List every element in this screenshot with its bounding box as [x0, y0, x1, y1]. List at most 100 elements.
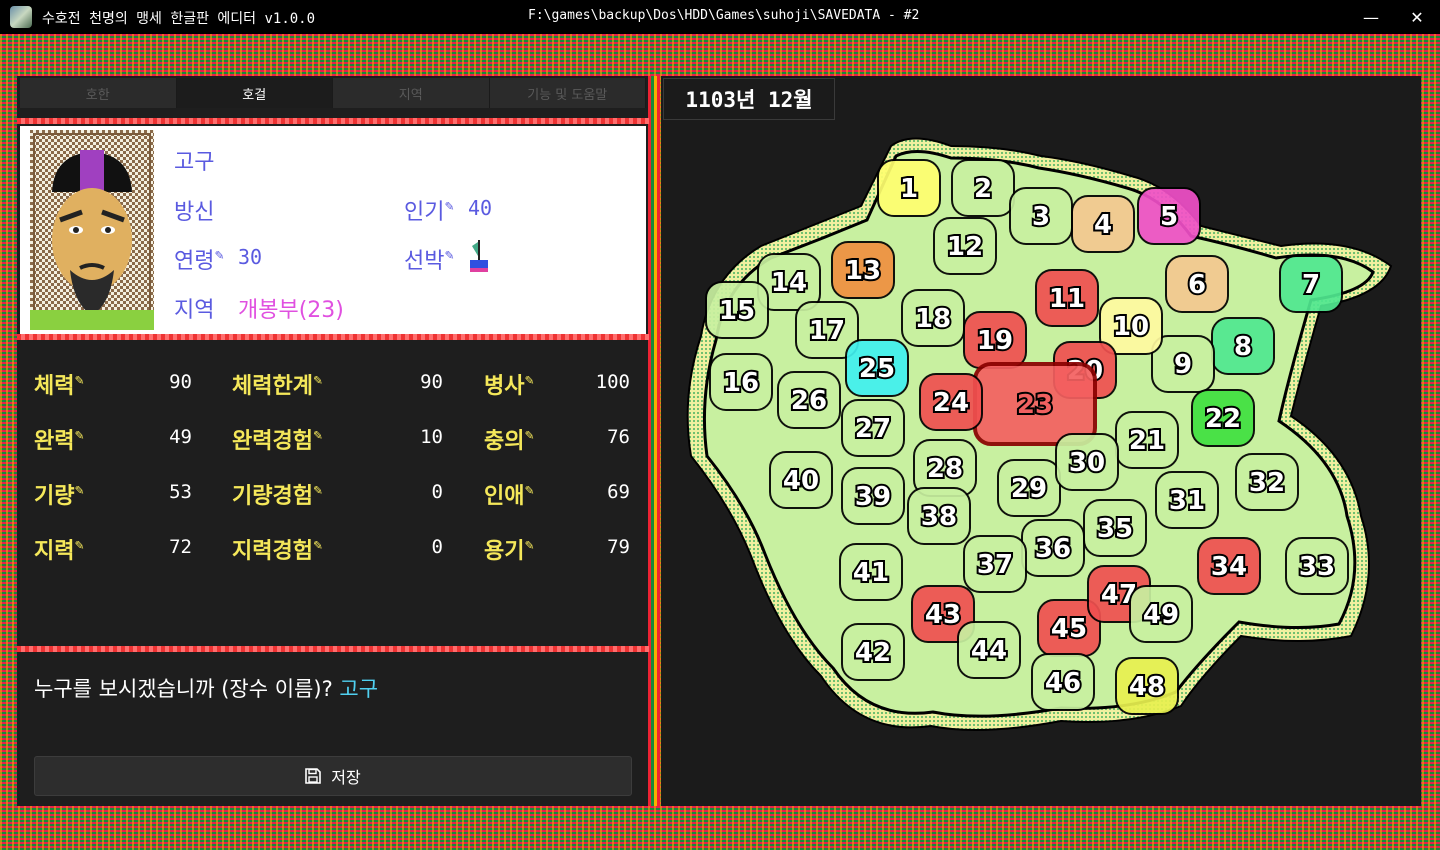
map-region-label: 18 — [915, 304, 951, 334]
prompt-input[interactable]: 고구 — [339, 677, 378, 701]
tab-bar: 호한 호걸 지역 기능 및 도움말 — [20, 78, 646, 108]
edit-icon: ✎ — [214, 248, 225, 263]
region-map[interactable]: 1234567891011121314151617181920212223242… — [661, 76, 1421, 806]
map-region-label: 13 — [845, 256, 881, 286]
hero-title: 방신 — [174, 200, 215, 225]
map-region-label: 21 — [1129, 426, 1165, 456]
map-region-label: 39 — [855, 482, 891, 512]
close-icon: ✕ — [1410, 7, 1424, 27]
map-region-label: 26 — [791, 386, 827, 416]
map-region-label: 4 — [1094, 210, 1112, 240]
stat-label-stamina-max[interactable]: 체력한계✎ — [232, 368, 323, 400]
title-bar: 수호전 천명의 맹세 한글판 에디터 v1.0.0 F:\games\backu… — [0, 0, 1440, 34]
profile-card: 고구 방신 인기✎ 40 연령✎ 30 선박✎ 지역 개봉부(23) — [20, 126, 646, 334]
map-region-label: 42 — [855, 638, 891, 668]
hero-name: 고구 — [174, 150, 215, 175]
age-label[interactable]: 연령✎ — [174, 243, 225, 275]
stat-value-skill-exp: 0 — [431, 481, 443, 503]
map-region-label: 9 — [1174, 350, 1192, 380]
popularity-label[interactable]: 인기✎ — [404, 194, 455, 226]
stat-value-loyalty: 76 — [607, 426, 630, 448]
minimize-icon: — — [1363, 7, 1379, 27]
map-region-label: 5 — [1160, 202, 1178, 232]
window-path: F:\games\backup\Dos\HDD\Games\suhoji\SAV… — [528, 8, 920, 23]
map-region-label: 16 — [723, 368, 759, 398]
save-label: 저장 — [331, 768, 361, 787]
tab-region[interactable]: 지역 — [333, 78, 490, 108]
region-value[interactable]: 개봉부(23) — [238, 292, 344, 324]
stat-label-strength[interactable]: 완력✎ — [34, 423, 85, 455]
map-region-label: 17 — [809, 316, 845, 346]
map-region-label: 48 — [1129, 672, 1165, 702]
map-region-label: 11 — [1049, 284, 1085, 314]
map-region-label: 33 — [1299, 552, 1335, 582]
close-button[interactable]: ✕ — [1394, 0, 1440, 34]
map-region-label: 35 — [1097, 514, 1133, 544]
map-region-label: 22 — [1205, 404, 1241, 434]
ship-icon[interactable] — [468, 238, 490, 274]
stat-value-intellect: 72 — [169, 536, 192, 558]
save-button[interactable]: 저장 — [34, 756, 632, 796]
map-region-label: 23 — [1017, 390, 1053, 420]
minimize-button[interactable]: — — [1348, 0, 1394, 34]
separator — [17, 118, 649, 124]
tab-hohan[interactable]: 호한 — [20, 78, 177, 108]
map-region-label: 28 — [927, 454, 963, 484]
map-region-label: 49 — [1143, 600, 1179, 630]
stat-label-strength-exp[interactable]: 완력경험✎ — [232, 423, 323, 455]
stat-value-stamina: 90 — [169, 371, 192, 393]
map-region-label: 32 — [1249, 468, 1285, 498]
map-region-label: 45 — [1051, 614, 1087, 644]
map-region-label: 7 — [1302, 270, 1320, 300]
separator — [17, 334, 649, 340]
stat-label-soldiers[interactable]: 병사✎ — [484, 368, 535, 400]
map-region-label: 36 — [1035, 534, 1071, 564]
map-region-label: 25 — [859, 354, 895, 384]
map-region-label: 31 — [1169, 486, 1205, 516]
window-title: 수호전 천명의 맹세 한글판 에디터 v1.0.0 — [42, 11, 316, 27]
stat-value-courage: 79 — [607, 536, 630, 558]
tab-hogeol[interactable]: 호걸 — [176, 78, 333, 108]
prompt-question: 누구를 보시겠습니까 (장수 이름)? — [34, 677, 333, 701]
region-label: 지역 — [174, 298, 215, 323]
map-region-label: 19 — [977, 326, 1013, 356]
map-region-label: 10 — [1113, 312, 1149, 342]
stat-label-loyalty[interactable]: 충의✎ — [484, 423, 535, 455]
command-prompt[interactable]: 누구를 보시겠습니까 (장수 이름)? 고구 — [34, 673, 378, 703]
stat-value-skill: 53 — [169, 481, 192, 503]
map-region-label: 2 — [974, 174, 992, 204]
map-region-label: 38 — [921, 502, 957, 532]
stat-value-strength: 49 — [169, 426, 192, 448]
map-region-label: 15 — [719, 296, 755, 326]
edit-icon: ✎ — [444, 248, 455, 263]
stat-label-skill[interactable]: 기량✎ — [34, 478, 85, 510]
map-region-label: 8 — [1234, 332, 1252, 362]
stat-label-courage[interactable]: 용기✎ — [484, 533, 535, 565]
stat-value-intellect-exp: 0 — [431, 536, 443, 558]
ship-label[interactable]: 선박✎ — [404, 243, 455, 275]
stat-label-intellect[interactable]: 지력✎ — [34, 533, 85, 565]
map-region-label: 12 — [947, 232, 983, 262]
map-region-label: 24 — [933, 388, 969, 418]
map-region-label: 40 — [783, 466, 819, 496]
map-region-label: 30 — [1069, 448, 1105, 478]
stat-value-soldiers: 100 — [595, 371, 630, 393]
popularity-value: 40 — [468, 196, 493, 220]
map-region-label: 44 — [971, 636, 1007, 666]
stat-label-skill-exp[interactable]: 기량경험✎ — [232, 478, 323, 510]
stat-label-benevolence[interactable]: 인애✎ — [484, 478, 535, 510]
map-region-label: 43 — [925, 600, 961, 630]
stat-value-stamina-max: 90 — [420, 371, 443, 393]
map-region-label: 41 — [853, 558, 889, 588]
stat-label-intellect-exp[interactable]: 지력경험✎ — [232, 533, 323, 565]
tab-help[interactable]: 기능 및 도움말 — [489, 78, 646, 108]
stat-label-stamina[interactable]: 체력✎ — [34, 368, 85, 400]
map-region-label: 46 — [1045, 668, 1081, 698]
map-region-label: 6 — [1188, 270, 1206, 300]
panel-divider — [648, 76, 660, 806]
app-icon — [10, 6, 32, 28]
map-region-label: 29 — [1011, 474, 1047, 504]
map-region-label: 1 — [900, 174, 918, 204]
map-region-label: 37 — [977, 550, 1013, 580]
save-icon — [305, 768, 322, 784]
